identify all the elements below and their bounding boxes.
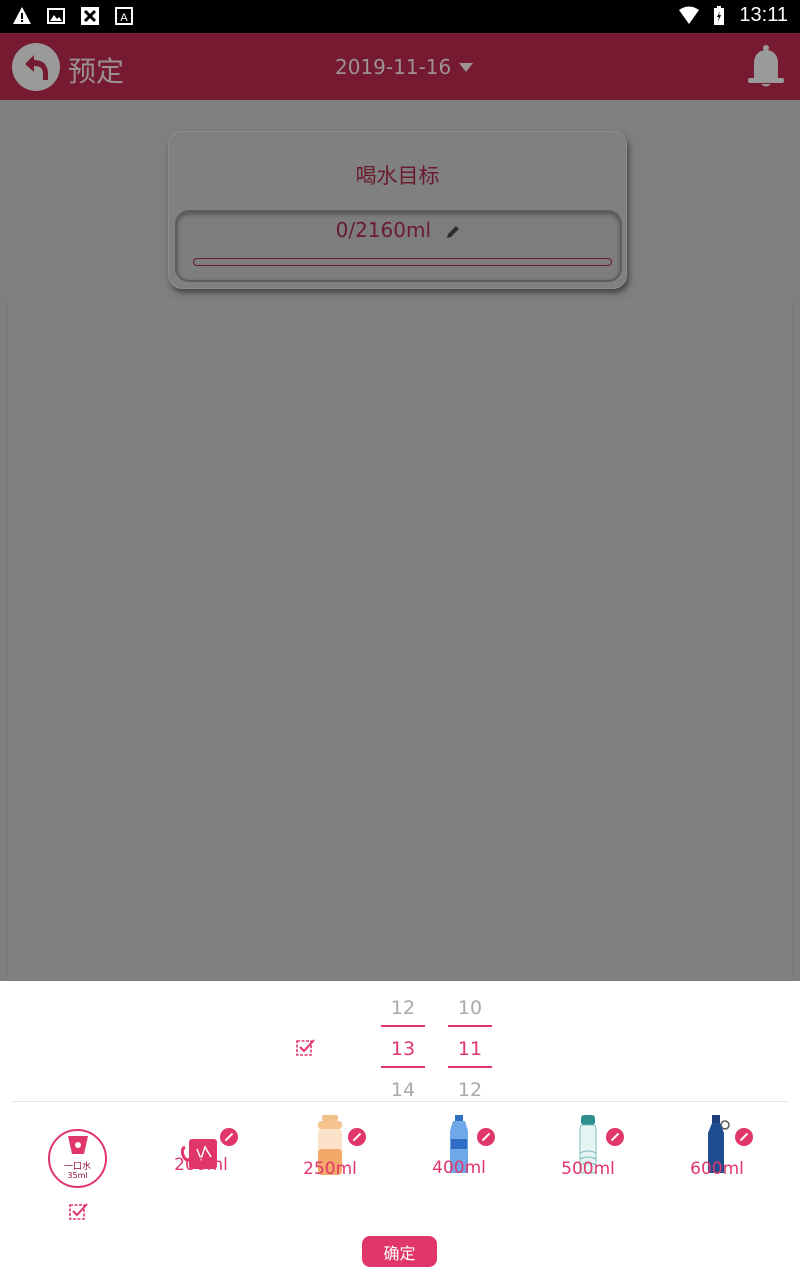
wheel-divider — [381, 1025, 425, 1027]
goal-title: 喝水目标 — [355, 164, 440, 188]
dropdown-caret-icon — [459, 62, 474, 72]
goal-progress-bar — [193, 258, 612, 266]
sip-volume: 35ml — [67, 1171, 88, 1180]
delete-icon[interactable] — [477, 1128, 495, 1146]
back-button[interactable] — [12, 43, 60, 91]
divider — [12, 1101, 788, 1102]
cup-option-250ml[interactable]: 250ml — [280, 1109, 380, 1219]
cup-volume-label: 400ml — [432, 1158, 486, 1178]
hour-option[interactable]: 12 — [381, 997, 425, 1019]
svg-text:A: A — [120, 12, 128, 24]
cup-option-400ml[interactable]: 400ml — [409, 1109, 509, 1219]
confirm-button[interactable]: 确定 — [362, 1236, 437, 1267]
checkbox-checked-icon[interactable] — [296, 1038, 316, 1058]
clock: 13:11 — [739, 4, 788, 26]
minute-selected[interactable]: 11 — [448, 1038, 492, 1060]
hour-option[interactable]: 14 — [381, 1079, 425, 1101]
bell-icon[interactable] — [744, 43, 788, 89]
checkbox-checked-icon[interactable] — [69, 1202, 89, 1222]
page-title: 预定 — [68, 55, 125, 88]
wheel-divider — [448, 1025, 492, 1027]
cup-option-600ml[interactable]: 600ml — [667, 1109, 767, 1219]
minute-option[interactable]: 10 — [448, 997, 492, 1019]
cup-volume-label: 500ml — [561, 1159, 615, 1179]
date-selector[interactable]: 2019-11-16 — [335, 55, 474, 79]
cup-option-200ml[interactable]: 200ml — [151, 1109, 251, 1219]
battery-icon — [714, 5, 725, 25]
wheel-divider — [448, 1066, 492, 1068]
cup-option-500ml[interactable]: 500ml — [538, 1109, 638, 1219]
delete-icon[interactable] — [220, 1128, 238, 1146]
warning-icon — [13, 7, 31, 24]
mouth-icon — [68, 1136, 88, 1154]
status-bar: A 13:11 — [0, 0, 800, 33]
goal-value-panel: 0/2160ml — [175, 210, 622, 282]
bottom-sheet: 12 13 14 10 11 12 一口水 35ml 200ml 250ml 4… — [0, 981, 800, 1280]
cup-volume-label: 250ml — [303, 1159, 357, 1179]
date-text: 2019-11-16 — [335, 55, 452, 79]
image-icon — [47, 8, 65, 24]
a-icon: A — [115, 7, 133, 25]
delete-icon[interactable] — [348, 1128, 366, 1146]
water-goal-card: 喝水目标 0/2160ml — [168, 131, 627, 289]
delete-icon[interactable] — [735, 1128, 753, 1146]
goal-value: 0/2160ml — [335, 218, 432, 242]
back-arrow-icon — [25, 55, 48, 80]
goal-value-row: 0/2160ml — [177, 218, 620, 242]
delete-icon[interactable] — [606, 1128, 624, 1146]
minute-option[interactable]: 12 — [448, 1079, 492, 1101]
app-bar: 预定 2019-11-16 — [0, 33, 800, 100]
edit-pencil-icon[interactable] — [445, 224, 461, 240]
blocked-icon — [81, 7, 99, 25]
sip-ring: 一口水 35ml — [48, 1129, 107, 1188]
content-area — [7, 298, 793, 981]
wheel-divider — [381, 1066, 425, 1068]
cup-volume-label: 600ml — [690, 1159, 744, 1179]
hour-selected[interactable]: 13 — [381, 1038, 425, 1060]
cup-volume-label: 200ml — [174, 1155, 228, 1175]
time-picker: 12 13 14 10 11 12 — [0, 981, 800, 1101]
cup-option-sip[interactable]: 一口水 35ml — [28, 1109, 128, 1222]
wifi-icon — [679, 6, 700, 24]
